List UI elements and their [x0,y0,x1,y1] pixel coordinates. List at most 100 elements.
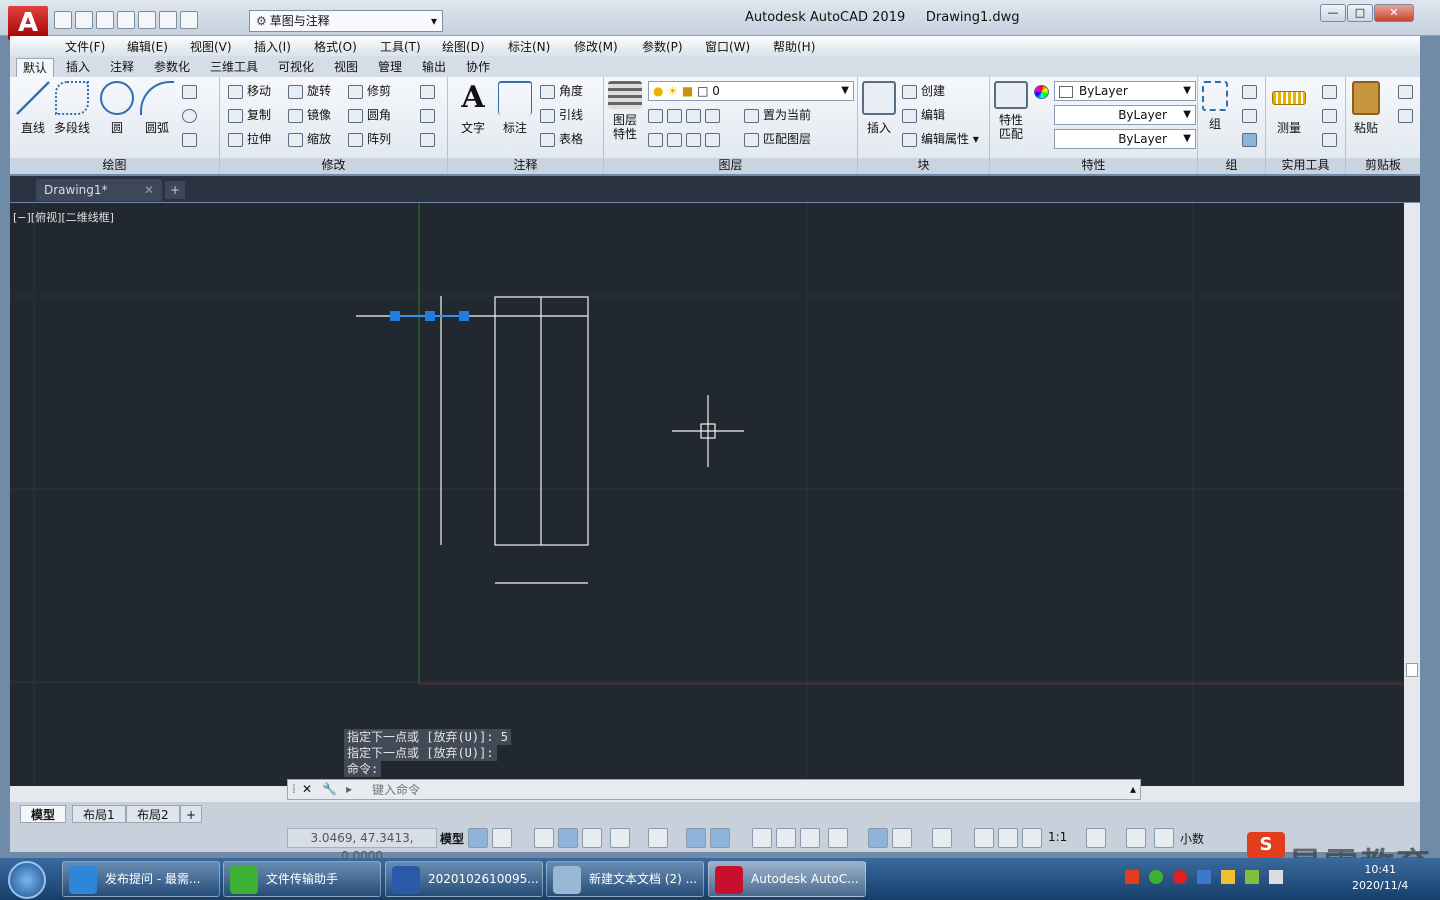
wechat-tray-icon[interactable] [1149,870,1163,884]
ime-indicator[interactable]: S [1247,832,1285,858]
tab-3d-tools[interactable]: 三维工具 [204,58,264,77]
match-properties-button[interactable]: 特性 匹配 [994,81,1028,141]
weibo-icon[interactable] [1173,870,1187,884]
new-file-icon[interactable] [54,11,72,29]
menu-file[interactable]: 文件(F) [65,38,105,55]
taskbar-item-autocad[interactable]: Autodesk AutoC... [708,861,866,897]
quick-select-button[interactable] [1322,81,1341,101]
polar-tracking-icon[interactable] [610,828,630,848]
units-select[interactable]: 小数 [1180,830,1204,847]
set-current-layer-button[interactable]: 置为当前 [744,105,811,125]
drawn-geometry[interactable] [356,296,589,584]
trim-button[interactable]: 修剪 [348,81,391,101]
menu-draw[interactable]: 绘图(D) [442,38,485,55]
panel-title-annotation[interactable]: 注释 [448,158,603,174]
leader-button[interactable]: 引线 [540,105,583,125]
document-tab[interactable]: Drawing1* ✕ [36,179,162,201]
match-layer-button[interactable]: 匹配图层 [744,129,811,149]
vertical-scrollbar[interactable] [1404,203,1420,786]
network-icon[interactable] [1221,870,1235,884]
scale-button[interactable]: 缩放 [288,129,331,149]
calculator-button[interactable] [1322,129,1341,149]
grid-icon[interactable] [468,828,488,848]
group-button[interactable]: 组 [1202,81,1228,132]
start-button[interactable] [8,861,46,899]
menu-help[interactable]: 帮助(H) [773,38,815,55]
viewport-controls[interactable]: [−][俯视][二维线框] [13,209,114,225]
text-button[interactable]: A 文字 [456,81,490,136]
selection-cycling-icon[interactable] [800,828,820,848]
infer-constraints-icon[interactable] [534,828,554,848]
snap-icon[interactable] [492,828,512,848]
sogou-icon[interactable] [1125,870,1139,884]
angle-button[interactable]: 角度 [540,81,583,101]
menu-window[interactable]: 窗口(W) [705,38,750,55]
tab-annotate[interactable]: 注释 [104,58,140,77]
tab-layout2[interactable]: 布局2 [126,805,180,823]
linetype-select[interactable]: ByLayer ▼ [1054,105,1196,125]
menu-parametric[interactable]: 参数(P) [642,38,683,55]
redo-icon[interactable] [180,11,198,29]
drawing-viewport[interactable]: [−][俯视][二维线框] 指定下一点或 [放弃(U)]: 5 指定下一点或 [… [10,203,1404,786]
copy-button[interactable]: 复制 [228,105,271,125]
close-tab-icon[interactable]: ✕ [144,179,154,201]
isometric-icon[interactable] [648,828,668,848]
dimension-button[interactable]: 标注 [498,81,532,136]
dynamic-ucs-icon[interactable] [868,828,888,848]
tab-output[interactable]: 输出 [416,58,452,77]
layer-tools-row-2[interactable] [648,129,724,149]
layer-select[interactable]: ● ☀ ■ □ 0 ▼ [648,81,854,101]
close-button[interactable]: ✕ [1374,4,1414,22]
save-as-icon[interactable] [117,11,135,29]
offset-button[interactable] [420,129,439,149]
wrench-icon[interactable]: 🔧 [322,782,337,796]
mirror-button[interactable]: 镜像 [288,105,331,125]
layer-tools-row-1[interactable] [648,105,724,125]
tab-default[interactable]: 默认 [16,58,55,77]
copy-clip-button[interactable] [1398,105,1417,125]
tab-manage[interactable]: 管理 [372,58,408,77]
save-icon[interactable] [96,11,114,29]
clock[interactable]: 10:41 2020/11/4 [1352,862,1408,894]
line-button[interactable]: 直线 [16,81,50,136]
circle-button[interactable]: 圆 [100,81,134,136]
panel-title-modify[interactable]: 修改 [220,158,447,174]
application-menu-button[interactable]: A [8,6,48,40]
workspace-gear-icon[interactable] [1086,828,1106,848]
tab-model[interactable]: 模型 [20,805,67,823]
menu-tools[interactable]: 工具(T) [380,38,421,55]
panel-title-draw[interactable]: 绘图 [10,158,219,174]
stretch-button[interactable]: 拉伸 [228,129,271,149]
cut-button[interactable] [1398,81,1417,101]
edit-attributes-button[interactable]: 编辑属性 ▾ [902,129,979,149]
taskbar-item-word[interactable]: 2020102610095... [385,861,543,897]
annotation-scale-icon[interactable] [1022,828,1042,848]
tab-view[interactable]: 视图 [328,58,364,77]
selection-filter-icon[interactable] [892,828,912,848]
group-edit-button[interactable] [1242,105,1261,125]
dynamic-input-icon[interactable] [558,828,578,848]
taskbar-item-wechat[interactable]: 文件传输助手 [223,861,381,897]
panel-title-groups[interactable]: 组 [1198,158,1265,174]
arc-button[interactable]: 圆弧 [140,81,174,136]
layer-properties-button[interactable]: 图层 特性 [608,81,642,141]
edit-block-button[interactable]: 编辑 [902,105,945,125]
3d-osnap-icon[interactable] [828,828,848,848]
rotate-button[interactable]: 旋转 [288,81,331,101]
add-layout-button[interactable]: + [180,805,203,823]
volume-icon[interactable] [1269,870,1283,884]
menu-insert[interactable]: 插入(I) [254,38,291,55]
panel-title-layers[interactable]: 图层 [604,158,857,174]
insert-block-button[interactable]: 插入 [862,81,896,136]
color-wheel-icon[interactable] [1034,81,1053,101]
create-block-button[interactable]: 创建 [902,81,945,101]
new-tab-button[interactable]: + [165,181,185,199]
lineweight-select[interactable]: ByLayer ▼ [1054,129,1196,149]
scroll-thumb[interactable] [1406,663,1418,677]
measure-button[interactable]: 测量 [1272,81,1306,136]
annotation-scale-select[interactable]: 1:1 [1048,830,1067,844]
taskbar-item-ie[interactable]: 发布提问 - 最需... [62,861,220,897]
gizmo-icon[interactable] [932,828,952,848]
workspace-select[interactable]: ⚙ 草图与注释 ▾ [249,10,443,32]
erase-button[interactable] [420,81,439,101]
